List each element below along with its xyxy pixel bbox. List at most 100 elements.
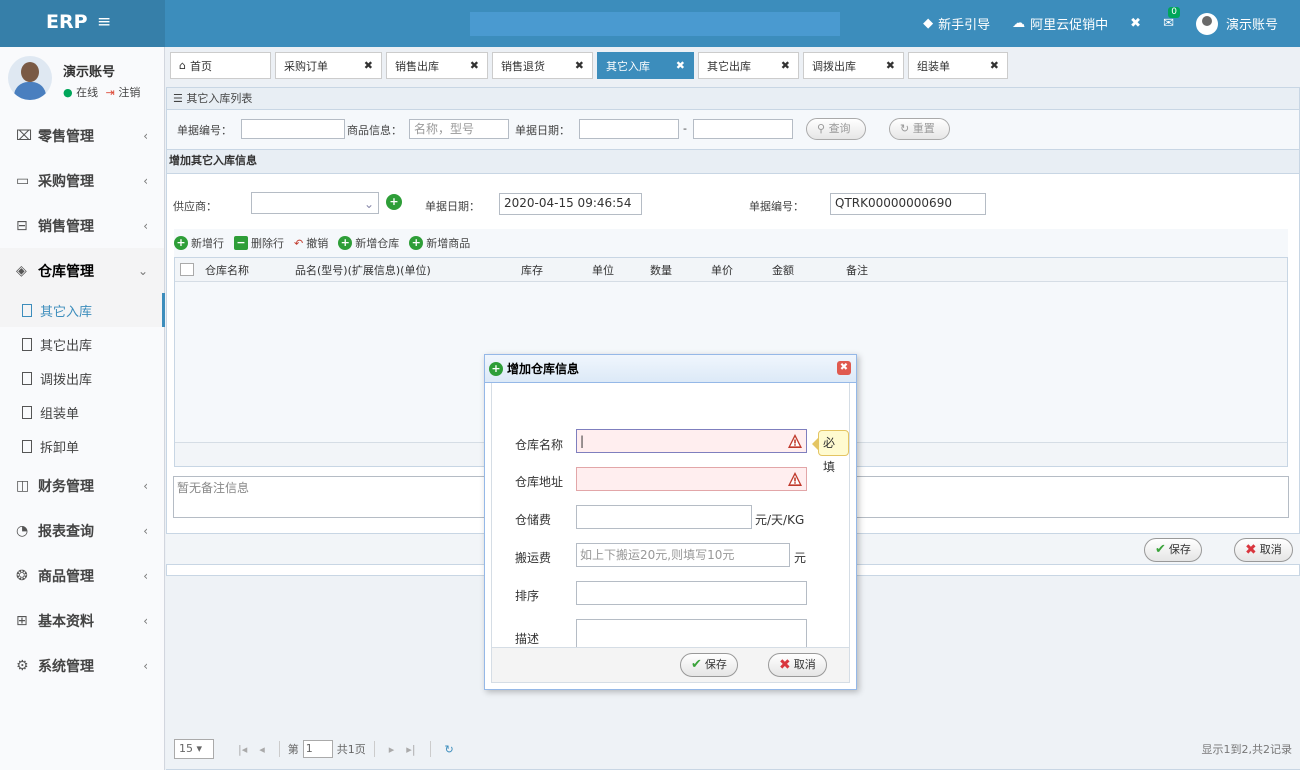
close-icon[interactable]: ✖ [575,59,584,72]
sidebar-subitem-assembly[interactable]: 组装单 [0,395,164,429]
dialog-cancel-button[interactable]: ✖ 取消 [768,653,827,677]
close-icon[interactable]: ✖ [837,361,851,375]
storage-fee-unit: 元/天/KG [755,513,805,527]
sidebar-item-basic[interactable]: ⊞ 基本资料 ‹ [0,598,164,643]
subitem-label: 其它出库 [40,338,93,354]
toolbar-label: 新增商品 [426,237,471,250]
sidebar-subitem-disassembly[interactable]: 拆卸单 [0,429,164,463]
doc-icon [22,405,32,419]
page-size-value: 15 [179,742,193,755]
sort-input[interactable] [576,581,807,605]
fullscreen-icon[interactable]: ✖ [1130,16,1141,31]
warehouse-name-label: 仓库名称 [515,438,564,452]
sidebar-item-sales[interactable]: ⊟ 销售管理 ‹ [0,203,164,248]
account-menu[interactable]: 演示账号 [1195,12,1278,35]
tab-home[interactable]: ⌂ 首页 [170,52,271,79]
first-page-icon[interactable]: |◂ [238,743,247,756]
form-save-button[interactable]: ✔ 保存 [1144,538,1202,562]
tab-sales-return[interactable]: 销售退货 ✖ [492,52,593,79]
close-icon[interactable]: ✖ [470,59,479,72]
caret-down-icon: ▾ [196,742,203,755]
user-name: 演示账号 [63,65,116,80]
prev-page-icon[interactable]: ◂ [259,743,265,756]
close-icon[interactable]: ✖ [364,59,373,72]
toolbar-label: 新增仓库 [355,237,400,250]
tab-transfer-out[interactable]: 调拨出库 ✖ [803,52,904,79]
tab-purchase-order[interactable]: 采购订单 ✖ [275,52,382,79]
close-icon[interactable]: ✖ [886,59,895,72]
sidebar-subitem-other-in[interactable]: 其它入库 [0,293,165,327]
menu-toggle-icon[interactable]: ≡ [97,12,111,32]
logout-link[interactable]: 注销 [118,86,140,99]
page-size-select[interactable]: 15 ▾ [174,739,214,759]
close-icon[interactable]: ✖ [990,59,999,72]
toolbar-label: 撤销 [306,237,329,250]
warehouse-address-input[interactable] [576,467,807,491]
tab-assembly[interactable]: 组装单 ✖ [908,52,1008,79]
tab-label: 首页 [189,59,212,73]
next-page-icon[interactable]: ▸ [389,743,395,756]
add-goods-button[interactable]: + 新增商品 [409,235,470,251]
sidebar-subitem-other-out[interactable]: 其它出库 [0,327,164,361]
column-header[interactable]: 单位 [592,262,650,278]
delete-row-button[interactable]: − 删除行 [234,235,284,251]
chevron-left-icon: ‹ [143,568,148,583]
storage-fee-input[interactable] [576,505,752,529]
select-all-checkbox[interactable] [180,263,194,276]
undo-button[interactable]: ↶ 撤销 [294,235,328,251]
sidebar-item-label: 采购管理 [38,173,94,190]
app-logo[interactable]: ERP [0,0,165,47]
tab-sales-out[interactable]: 销售出库 ✖ [386,52,488,79]
logout-icon[interactable]: ⇥ [106,86,115,99]
sidebar-item-goods[interactable]: ❂ 商品管理 ‹ [0,553,164,598]
column-header[interactable]: 库存 [521,262,592,278]
sidebar-item-purchase[interactable]: ▭ 采购管理 ‹ [0,158,164,203]
top-bar: ERP ≡ ◆ 新手引导 ☁ 阿里云促销中 ✖ ✉ 0 演示账号 [0,0,1300,47]
doc-icon [22,303,32,317]
column-header[interactable]: 备注 [846,262,946,278]
sidebar-item-system[interactable]: ⚙ 系统管理 ‹ [0,643,164,688]
column-header[interactable]: 单价 [711,262,772,278]
chevron-left-icon: ‹ [143,218,148,233]
warning-icon [788,434,802,448]
pager-separator [373,741,375,757]
last-page-icon[interactable]: ▸| [406,743,415,756]
column-header[interactable]: 金额 [772,262,846,278]
tab-other-in[interactable]: 其它入库 ✖ [597,52,694,79]
column-header[interactable]: 品名(型号)(扩展信息)(单位) [295,262,521,278]
column-header[interactable]: 数量 [650,262,711,278]
sidebar-subitem-transfer-out[interactable]: 调拨出库 [0,361,164,395]
warehouse-name-input[interactable]: | [576,429,807,453]
sidebar-item-warehouse[interactable]: ◈ 仓库管理 ⌄ [0,248,164,293]
save-label: 保存 [704,658,727,671]
top-search-bar[interactable] [470,12,840,36]
subitem-label: 调拨出库 [40,372,93,388]
refresh-icon[interactable]: ↻ [445,743,454,756]
page-number-input[interactable]: 1 [302,740,333,758]
add-row-button[interactable]: + 新增行 [174,235,224,251]
promo-link[interactable]: ☁ 阿里云促销中 [1012,14,1108,33]
add-icon: + [174,236,188,250]
sidebar-item-retail[interactable]: ⌧ 零售管理 ‹ [0,113,164,158]
tab-label: 调拨出库 [812,59,856,73]
add-warehouse-button[interactable]: + 新增仓库 [338,235,399,251]
message-count-badge: 0 [1168,7,1180,18]
dialog-header: + 增加仓库信息 [485,355,856,383]
sidebar-item-label: 财务管理 [38,478,94,495]
column-header[interactable]: 仓库名称 [205,262,295,278]
guide-link[interactable]: ◆ 新手引导 [923,14,990,33]
promo-label: 阿里云促销中 [1030,18,1109,33]
check-icon: ✔ [1155,542,1166,557]
carry-fee-input[interactable]: 如上下搬运20元,则填写10元 [576,543,790,567]
form-cancel-button[interactable]: ✖ 取消 [1234,538,1293,562]
message-icon[interactable]: ✉ 0 [1163,7,1180,31]
sidebar-item-reports[interactable]: ◔ 报表查询 ‹ [0,508,164,553]
close-icon[interactable]: ✖ [781,59,790,72]
sidebar-item-label: 仓库管理 [38,263,94,280]
close-icon[interactable]: ✖ [676,59,685,72]
tab-other-out[interactable]: 其它出库 ✖ [698,52,799,79]
dialog-save-button[interactable]: ✔ 保存 [680,653,738,677]
pager: 15 ▾ |◂ ◂ 第 1 共1页 ▸ ▸| ↻ [174,738,460,760]
sidebar-item-finance[interactable]: ◫ 财务管理 ‹ [0,463,164,508]
subitem-label: 组装单 [40,406,80,422]
